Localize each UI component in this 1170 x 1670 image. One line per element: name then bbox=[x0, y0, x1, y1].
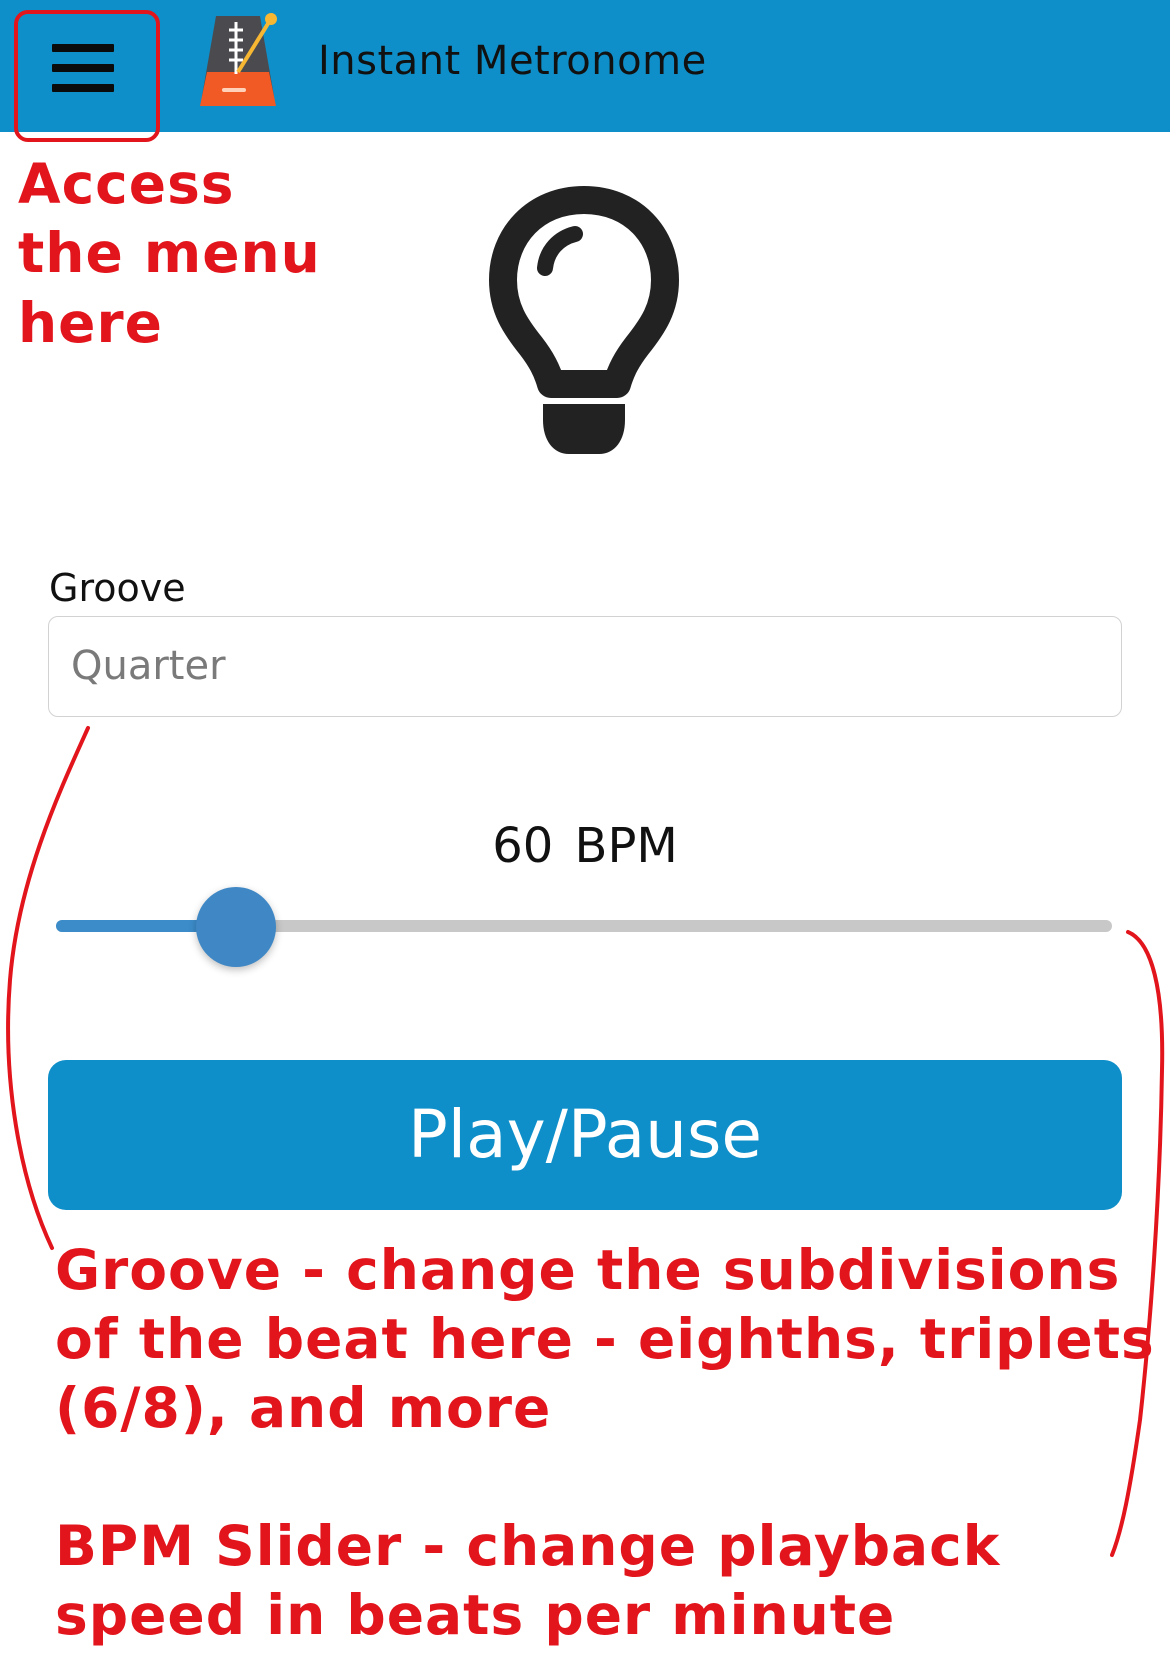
hamburger-menu-icon[interactable] bbox=[52, 44, 114, 92]
bpm-annotation: BPM Slider - change playback speed in be… bbox=[55, 1514, 1001, 1647]
groove-annotation: Groove - change the subdivisions of the … bbox=[55, 1238, 1155, 1440]
groove-label: Groove bbox=[49, 566, 186, 610]
groove-selected-value: Quarter bbox=[71, 643, 226, 689]
app-header: Instant Metronome bbox=[0, 0, 1170, 142]
play-pause-button[interactable]: Play/Pause bbox=[48, 1060, 1122, 1210]
bpm-display: 60 BPM bbox=[492, 818, 678, 874]
metronome-logo-icon bbox=[200, 12, 277, 106]
groove-select[interactable]: Quarter bbox=[48, 616, 1122, 717]
menu-annotation: Access the menu here bbox=[18, 150, 338, 358]
app-title: Instant Metronome bbox=[318, 38, 707, 84]
menu-button[interactable] bbox=[14, 10, 160, 142]
bpm-slider[interactable] bbox=[56, 887, 1112, 967]
lightbulb-icon bbox=[489, 186, 679, 454]
slider-thumb[interactable] bbox=[196, 887, 276, 967]
menu-annotation-text: Access the menu here bbox=[18, 152, 321, 355]
